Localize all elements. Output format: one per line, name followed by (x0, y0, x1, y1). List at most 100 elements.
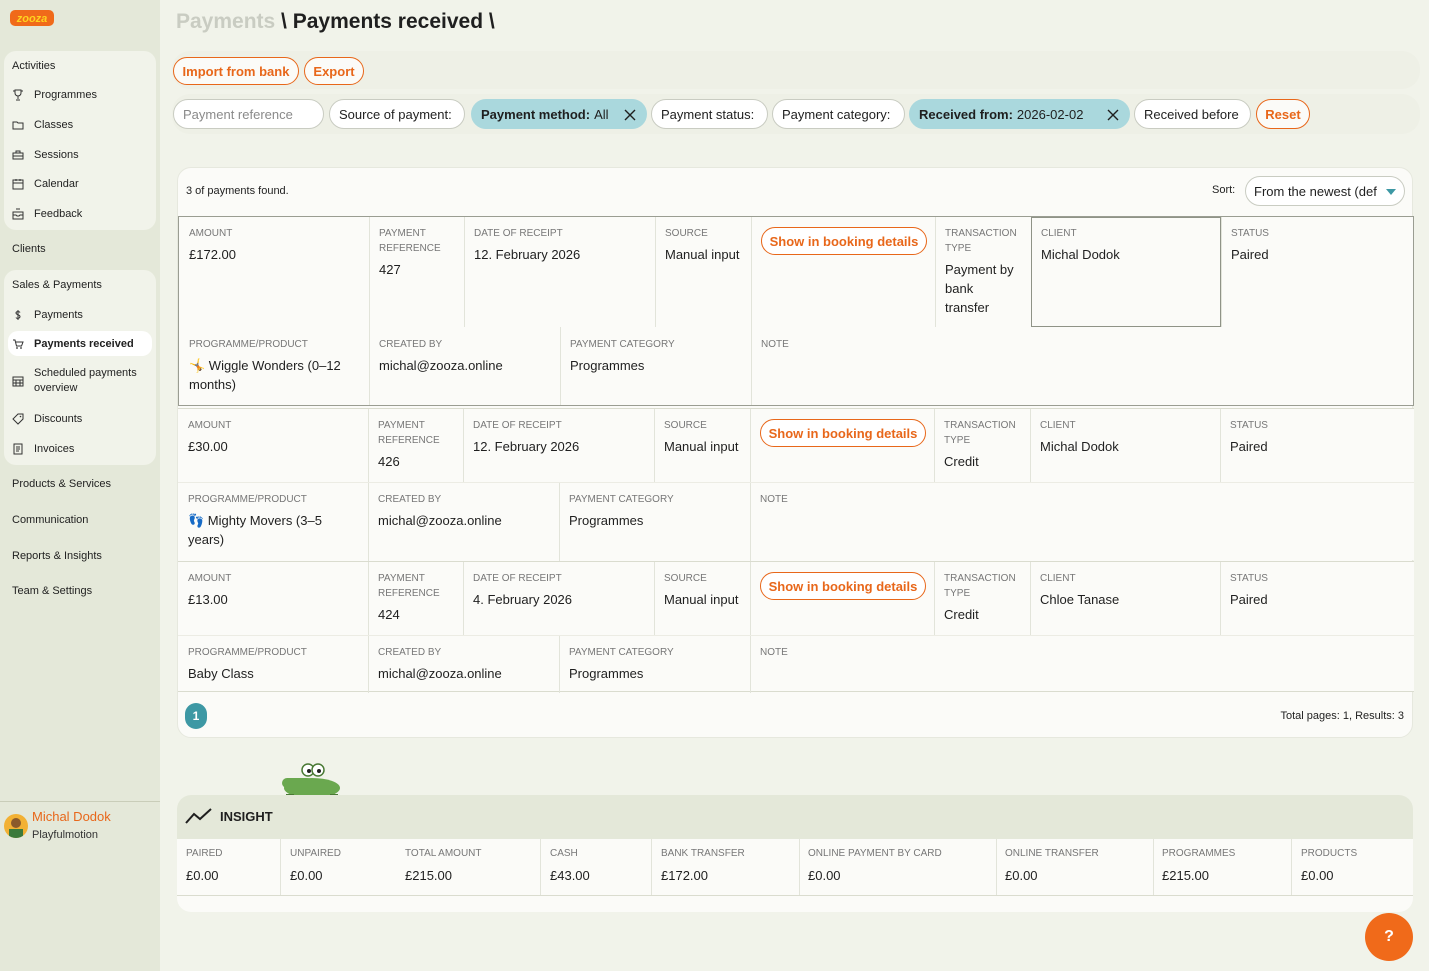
svg-text:zooza: zooza (16, 13, 48, 25)
status-cell: STATUS Paired (1230, 420, 1268, 454)
payment-card[interactable]: AMOUNT £30.00 PAYMENT REFERENCE 426 DATE O… (178, 408, 1414, 561)
note-cell: NOTE (761, 339, 789, 350)
filter-label: Payment method: (481, 106, 591, 122)
created-by-cell: CREATED BY michal@zooza.online (378, 494, 502, 528)
source-cell: SOURCE Manual input (665, 228, 740, 262)
sidebar-item-payments-received[interactable]: Payments received (8, 331, 152, 356)
sidebar-item-classes[interactable]: Classes (8, 112, 152, 137)
note-cell: NOTE (760, 494, 788, 505)
results-panel: 3 of payments found. Sort: From the newe… (177, 167, 1414, 738)
sidebar-item-team[interactable]: Team & Settings (12, 585, 92, 597)
pagination-page-1[interactable]: 1 (185, 703, 207, 729)
received-from-filter[interactable]: Received from: 2026-02-02 (909, 99, 1130, 129)
user-profile[interactable]: Michal Dodok Playfulmotion (0, 801, 160, 861)
client-cell[interactable]: CLIENT Michal Dodok (1031, 217, 1221, 273)
sidebar-item-label: Feedback (34, 207, 83, 220)
sidebar-item-sessions[interactable]: Sessions (8, 142, 152, 167)
sort-select[interactable]: From the newest (def (1245, 176, 1405, 206)
insight-bank-transfer: BANK TRANSFER £172.00 (661, 848, 745, 883)
folder-icon (12, 119, 24, 131)
sidebar-item-programmes[interactable]: Programmes (8, 82, 152, 107)
sidebar-item-products[interactable]: Products & Services (12, 478, 111, 490)
sidebar-item-label: Programmes (34, 88, 97, 101)
sidebar-item-feedback[interactable]: Feedback (8, 201, 152, 226)
transaction-type-cell: TRANSACTION TYPE Payment by bank transfer (945, 228, 1017, 315)
status-cell: STATUS Paired (1231, 228, 1269, 262)
sidebar-item-invoices[interactable]: Invoices (8, 436, 152, 461)
help-button[interactable]: ? (1365, 913, 1413, 961)
sidebar-item-scheduled-payments[interactable]: Scheduled payments overview (8, 364, 152, 398)
payment-category-cell: PAYMENT CATEGORY Programmes (569, 494, 674, 528)
sidebar-item-communication[interactable]: Communication (12, 514, 88, 526)
cart-icon (12, 338, 24, 350)
sort-label: Sort: (1212, 184, 1236, 196)
payment-reference-cell: PAYMENT REFERENCE 424 (378, 573, 440, 622)
sidebar-item-reports[interactable]: Reports & Insights (12, 550, 102, 562)
page-title: Payments \ Payments received \ (176, 10, 495, 34)
show-in-booking-details-button[interactable]: Show in booking details (760, 419, 926, 447)
chevron-down-icon (1386, 189, 1396, 195)
sidebar: zooza Activities Programmes Classes Sess… (0, 0, 160, 971)
reset-button[interactable]: Reset (1256, 99, 1310, 129)
sort-value: From the newest (def (1254, 183, 1377, 199)
crocodile-mascot-icon (282, 763, 340, 800)
close-icon[interactable] (1106, 108, 1120, 122)
avatar (4, 814, 28, 838)
sales-heading[interactable]: Sales & Payments (12, 279, 102, 291)
insight-cash: CASH £43.00 (550, 848, 590, 883)
client-cell[interactable]: CLIENT Chloe Tanase (1030, 562, 1220, 618)
sidebar-item-label: Payments (34, 308, 83, 321)
sidebar-item-clients[interactable]: Clients (12, 243, 46, 255)
payment-reference-cell: PAYMENT REFERENCE 426 (378, 420, 440, 469)
close-icon[interactable] (623, 108, 637, 122)
show-in-booking-details-button[interactable]: Show in booking details (760, 572, 926, 600)
export-button[interactable]: Export (304, 57, 364, 85)
amount-cell: AMOUNT £30.00 (188, 420, 232, 454)
transaction-type-cell: TRANSACTION TYPE Credit (944, 573, 1016, 622)
payment-category-cell: PAYMENT CATEGORY Programmes (569, 647, 674, 681)
sidebar-item-label: Scheduled payments overview (34, 367, 137, 394)
insight-programmes: PROGRAMMES £215.00 (1162, 848, 1236, 883)
sidebar-item-label: Calendar (34, 177, 79, 190)
breadcrumb-separator: \ (483, 10, 495, 33)
import-from-bank-button[interactable]: Import from bank (173, 57, 299, 85)
insight-online-card: ONLINE PAYMENT BY CARD £0.00 (808, 848, 942, 883)
show-in-booking-details-button[interactable]: Show in booking details (761, 227, 927, 255)
client-cell[interactable]: CLIENT Michal Dodok (1030, 409, 1220, 465)
created-by-cell: CREATED BY michal@zooza.online (378, 647, 502, 681)
insight-unpaired: UNPAIRED £0.00 (290, 848, 341, 883)
status-cell: STATUS Paired (1230, 573, 1268, 607)
note-cell: NOTE (760, 647, 788, 658)
payment-card[interactable]: AMOUNT £13.00 PAYMENT REFERENCE 424 DATE O… (178, 561, 1414, 693)
payment-reference-cell: PAYMENT REFERENCE 427 (379, 228, 441, 277)
payment-status-filter[interactable]: Payment status: (651, 99, 768, 129)
payment-card[interactable]: AMOUNT £172.00 PAYMENT REFERENCE 427 DATE … (178, 216, 1414, 406)
inbox-icon (12, 208, 24, 220)
tag-icon (12, 413, 24, 425)
programme-cell: PROGRAMME/PRODUCT 🤸 Wiggle Wonders (0–12 … (189, 339, 341, 392)
sidebar-item-discounts[interactable]: Discounts (8, 406, 152, 431)
total-pages: Total pages: 1, Results: 3 (1280, 710, 1404, 722)
transaction-type-cell: TRANSACTION TYPE Credit (944, 420, 1016, 469)
date-cell: DATE OF RECEIPT 12. February 2026 (473, 420, 580, 454)
payment-category-filter[interactable]: Payment category: (772, 99, 905, 129)
payment-method-filter[interactable]: Payment method: All (471, 99, 647, 129)
insight-header: INSIGHT (177, 795, 1413, 839)
source-of-payment-filter[interactable]: Source of payment: (329, 99, 465, 129)
sidebar-item-label: Payments received (34, 337, 134, 350)
dollar-icon (12, 309, 24, 321)
breadcrumb-current: Payments received (292, 10, 484, 33)
sidebar-item-payments[interactable]: Payments (8, 302, 152, 327)
zooza-logo[interactable]: zooza (10, 8, 56, 28)
activities-heading[interactable]: Activities (12, 60, 55, 72)
filter-value: 2026-02-02 (1016, 106, 1084, 122)
user-name: Michal Dodok (32, 809, 111, 824)
payment-reference-input[interactable]: Payment reference (173, 99, 324, 129)
received-before-filter[interactable]: Received before (1134, 99, 1251, 129)
amount-cell: AMOUNT £13.00 (188, 573, 232, 607)
sidebar-item-calendar[interactable]: Calendar (8, 171, 152, 196)
trend-line-icon (185, 808, 212, 824)
sidebar-item-label: Classes (34, 118, 74, 131)
breadcrumb-payments[interactable]: Payments (176, 10, 275, 33)
sidebar-item-label: Invoices (34, 442, 75, 455)
